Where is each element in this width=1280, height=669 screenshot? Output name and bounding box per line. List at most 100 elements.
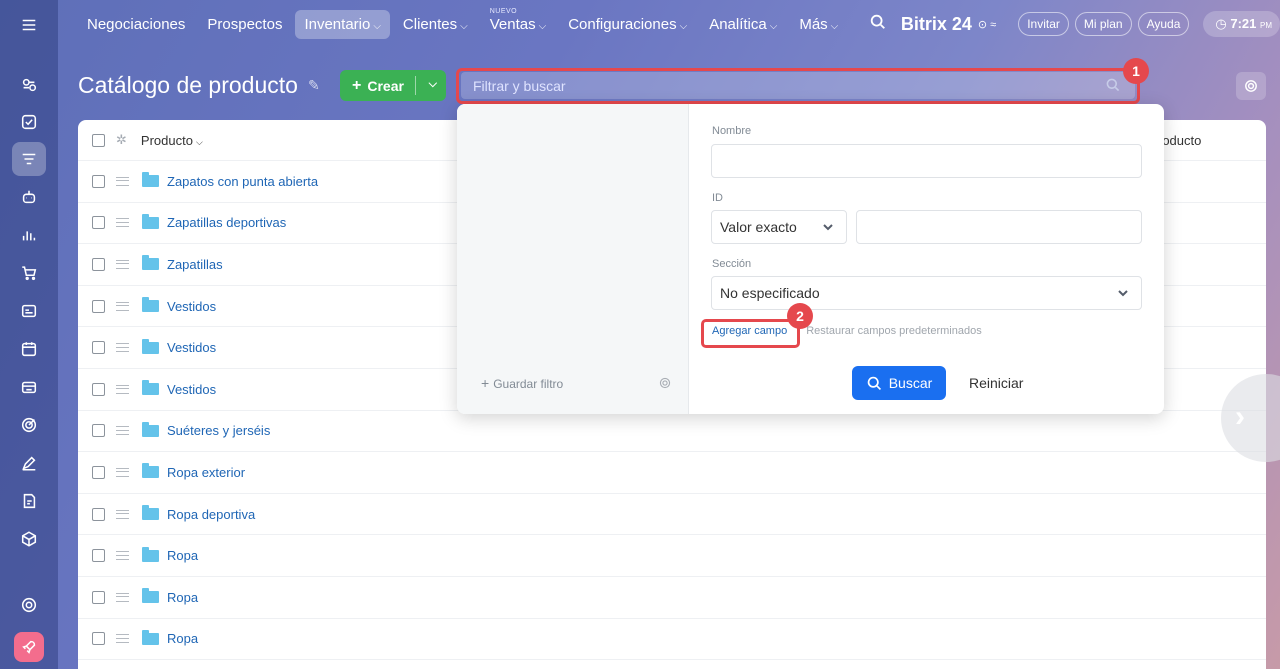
drag-handle-icon[interactable] <box>116 218 129 228</box>
row-checkbox[interactable] <box>92 216 105 230</box>
drag-handle-icon[interactable] <box>116 509 129 519</box>
drag-handle-icon[interactable] <box>116 551 129 561</box>
callout-badge-1: 1 <box>1123 58 1149 84</box>
section-link[interactable]: Ropa <box>167 631 198 646</box>
chevron-down-icon[interactable]: ⌵ <box>429 78 437 91</box>
page-title: Catálogo de producto ✎ <box>78 72 320 99</box>
row-checkbox[interactable] <box>92 299 105 313</box>
row-checkbox[interactable] <box>92 174 105 188</box>
section-link[interactable]: Suéteres y jerséis <box>167 423 270 438</box>
search-button[interactable]: Buscar <box>852 366 946 400</box>
section-link[interactable]: Zapatillas <box>167 257 223 272</box>
collab-icon[interactable] <box>12 68 46 102</box>
name-field[interactable] <box>711 144 1142 178</box>
table-row: Ropa <box>78 619 1266 661</box>
nav-item-inventario[interactable]: Inventario ⌵ <box>295 9 390 39</box>
filter-search-input[interactable] <box>461 72 1135 99</box>
search-icon[interactable] <box>869 13 887 36</box>
nav-item-ventas[interactable]: NUEVO Ventas ⌵ <box>481 8 555 39</box>
settings-icon[interactable] <box>12 588 46 622</box>
row-checkbox[interactable] <box>92 424 105 438</box>
menu-icon[interactable] <box>12 8 46 42</box>
section-link[interactable]: Ropa exterior <box>167 465 245 480</box>
id-mode-select[interactable]: Valor exacto <box>711 210 847 244</box>
add-field-link[interactable]: Agregar campo <box>712 325 787 337</box>
row-checkbox[interactable] <box>92 507 105 521</box>
folder-icon <box>142 255 159 271</box>
nav-item-negociaciones[interactable]: Negociaciones <box>78 10 194 39</box>
clock-icon: ◷ <box>1215 16 1231 31</box>
section-link[interactable]: Ropa <box>167 548 198 563</box>
invite-button[interactable]: Invitar <box>1018 12 1069 36</box>
search-icon[interactable] <box>1105 77 1121 98</box>
drag-handle-icon[interactable] <box>116 176 129 186</box>
create-button[interactable]: + Crear ⌵ <box>340 70 446 101</box>
table-row: Ropa exterior <box>78 452 1266 494</box>
row-checkbox[interactable] <box>92 632 105 646</box>
row-checkbox[interactable] <box>92 382 105 396</box>
help-button[interactable]: Ayuda <box>1137 12 1190 36</box>
tasks-icon[interactable] <box>12 105 46 139</box>
section-link[interactable]: Zapatos con punta abierta <box>167 174 318 189</box>
folder-icon <box>142 213 159 229</box>
analytics-icon[interactable] <box>12 218 46 252</box>
chevron-down-icon: ⌵ <box>195 136 203 147</box>
my-plan-button[interactable]: Mi plan <box>1074 12 1132 36</box>
pen-icon[interactable] <box>12 446 46 480</box>
drag-handle-icon[interactable] <box>116 592 129 602</box>
cart-icon[interactable] <box>12 256 46 290</box>
clock-widget[interactable]: ◷ 7:21 PM <box>1203 11 1280 37</box>
nav-item-clientes[interactable]: Clientes ⌵ <box>394 10 477 39</box>
column-header-partial[interactable]: roducto <box>1158 133 1201 148</box>
section-link[interactable]: Zapatillas deportivas <box>167 215 286 230</box>
section-select[interactable]: No especificado <box>711 276 1142 310</box>
drag-handle-icon[interactable] <box>116 301 129 311</box>
row-checkbox[interactable] <box>92 341 105 355</box>
row-checkbox[interactable] <box>92 257 105 271</box>
nav-item-analitica[interactable]: Analítica ⌵ <box>700 10 786 39</box>
nav-item-prospectos[interactable]: Prospectos <box>198 10 291 39</box>
column-header-product[interactable]: Producto ⌵ <box>141 133 203 148</box>
section-link[interactable]: Ropa deportiva <box>167 507 255 522</box>
section-link[interactable]: Ropa <box>167 590 198 605</box>
settings-toggle-icon[interactable]: ⊙ ≈ <box>978 18 996 31</box>
robot-icon[interactable] <box>12 180 46 214</box>
pin-icon[interactable]: ✎ <box>308 77 320 94</box>
row-checkbox[interactable] <box>92 465 105 479</box>
row-checkbox[interactable] <box>92 590 105 604</box>
rocket-icon[interactable] <box>14 632 44 662</box>
nav-item-mas[interactable]: Más ⌵ <box>790 10 847 39</box>
name-field-label: Nombre <box>712 125 752 137</box>
gear-icon[interactable]: ✲ <box>116 132 127 148</box>
nav-label: Más <box>799 15 828 33</box>
section-link[interactable]: Vestidos <box>167 382 216 397</box>
document-edit-icon[interactable] <box>12 484 46 518</box>
crm-filter-icon[interactable] <box>12 142 46 176</box>
drag-handle-icon[interactable] <box>116 343 129 353</box>
drag-handle-icon[interactable] <box>116 467 129 477</box>
target-icon[interactable] <box>12 408 46 442</box>
select-all-checkbox[interactable] <box>92 133 105 147</box>
contact-card-icon[interactable] <box>12 294 46 328</box>
restore-default-fields-link[interactable]: Restaurar campos predeterminados <box>806 325 981 337</box>
plus-icon: + <box>481 375 490 391</box>
drag-handle-icon[interactable] <box>116 426 129 436</box>
section-link[interactable]: Vestidos <box>167 340 216 355</box>
brand-logo[interactable]: Bitrix 24 <box>901 14 972 35</box>
drag-handle-icon[interactable] <box>116 259 129 269</box>
id-value-field[interactable] <box>856 210 1142 244</box>
gear-icon[interactable] <box>658 376 672 395</box>
drag-handle-icon[interactable] <box>116 634 129 644</box>
box-icon[interactable] <box>12 522 46 556</box>
save-filter-button[interactable]: + Guardar filtro <box>481 375 563 391</box>
row-checkbox[interactable] <box>92 549 105 563</box>
store-icon[interactable] <box>12 370 46 404</box>
chevron-down-icon: ⌵ <box>769 20 778 32</box>
section-link[interactable]: Vestidos <box>167 299 216 314</box>
calendar-icon[interactable] <box>12 332 46 366</box>
chevron-down-icon <box>1117 286 1129 302</box>
gear-icon[interactable] <box>1236 72 1266 100</box>
nav-item-configuraciones[interactable]: Configuraciones ⌵ <box>559 10 696 39</box>
reset-button[interactable]: Reiniciar <box>969 375 1023 391</box>
drag-handle-icon[interactable] <box>116 384 129 394</box>
